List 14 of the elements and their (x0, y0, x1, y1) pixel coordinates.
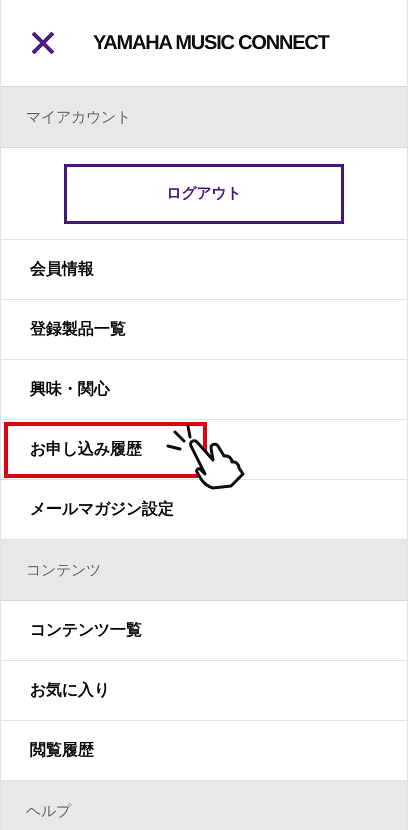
menu-item[interactable]: 閲覧履歴 (4, 722, 120, 778)
close-button[interactable] (31, 31, 55, 55)
section-title: ヘルプ (26, 802, 71, 820)
menu-item[interactable]: メールマガジン設定 (4, 482, 200, 538)
menu-item[interactable]: お申し込み履歴 (4, 422, 207, 478)
section-title: マイアカウント (26, 108, 131, 126)
logo: YAMAHA MUSIC CONNECT (93, 32, 329, 54)
menu-item[interactable]: お気に入り (4, 662, 136, 718)
menu-item[interactable]: 興味・関心 (4, 362, 136, 418)
menu-item[interactable]: コンテンツ一覧 (4, 602, 168, 658)
section-title: コンテンツ (26, 560, 101, 580)
menu-item[interactable]: 登録製品一覧 (4, 302, 152, 358)
menu-item[interactable]: 会員情報 (4, 242, 120, 298)
logout-button[interactable]: ログアウト (64, 164, 344, 224)
